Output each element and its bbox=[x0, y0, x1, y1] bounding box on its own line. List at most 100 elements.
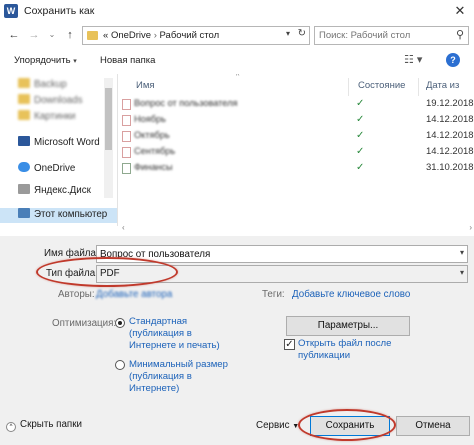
up-arrow-icon[interactable]: ↑ bbox=[62, 27, 78, 43]
filetype-label: Тип файла: bbox=[46, 268, 98, 279]
nav-item-label: Backup bbox=[34, 79, 67, 90]
help-icon[interactable]: ? bbox=[446, 53, 460, 67]
address-bar[interactable]: « OneDrive › Рабочий стол ▾ ↻ bbox=[82, 26, 310, 45]
options-button[interactable]: Параметры... bbox=[286, 316, 410, 336]
nav-item-folder[interactable]: Downloads bbox=[18, 94, 82, 108]
file-date: 14.12.2018 bbox=[426, 130, 474, 141]
filename-dropdown-icon[interactable]: ▾ bbox=[460, 248, 464, 257]
close-icon[interactable]: ✕ bbox=[450, 1, 470, 21]
refresh-icon[interactable]: ↻ bbox=[298, 28, 306, 39]
file-name: Вопрос от пользователя bbox=[134, 98, 238, 108]
scroll-left-icon[interactable]: ‹ bbox=[122, 223, 125, 232]
document-icon bbox=[122, 115, 131, 126]
synced-check-icon: ✓ bbox=[356, 130, 365, 141]
file-row[interactable]: Вопрос от пользователя ✓ 19.12.2018 bbox=[120, 98, 474, 111]
authors-field[interactable]: Добавьте автора bbox=[96, 289, 172, 300]
open-after-label[interactable]: Открыть файл после публикации bbox=[298, 338, 408, 362]
optimize-standard-radio[interactable] bbox=[115, 318, 125, 328]
file-row[interactable]: Октябрь ✓ 14.12.2018 bbox=[120, 130, 474, 143]
breadcrumb[interactable]: « OneDrive › Рабочий стол bbox=[103, 30, 219, 41]
document-icon bbox=[122, 147, 131, 158]
nav-item-label: Этот компьютер bbox=[34, 209, 108, 220]
nav-item-word[interactable]: Microsoft Word bbox=[18, 136, 100, 150]
new-folder-button[interactable]: Новая папка bbox=[100, 55, 155, 66]
scroll-right-icon[interactable]: › bbox=[469, 223, 472, 232]
folder-icon bbox=[18, 110, 30, 120]
back-arrow-icon[interactable]: ← bbox=[6, 27, 22, 43]
breadcrumb-onedrive[interactable]: OneDrive bbox=[111, 30, 151, 41]
search-input[interactable] bbox=[319, 29, 447, 42]
window-title: Сохранить как bbox=[24, 5, 95, 17]
file-name: Ноябрь bbox=[134, 114, 166, 124]
nav-item-label: Картинки bbox=[34, 111, 76, 122]
cancel-button[interactable]: Отмена bbox=[396, 416, 470, 436]
word-icon bbox=[18, 136, 30, 146]
nav-item-onedrive[interactable]: OneDrive bbox=[18, 162, 75, 176]
breadcrumb-overflow[interactable]: « bbox=[103, 30, 108, 41]
file-name: Октябрь bbox=[134, 130, 170, 140]
file-list: Имя ^ Состояние Дата из Вопрос от пользо… bbox=[120, 74, 474, 226]
nav-item-folder[interactable]: Backup bbox=[18, 78, 67, 92]
nav-item-folder[interactable]: Картинки bbox=[18, 110, 76, 124]
word-app-icon: W bbox=[4, 4, 18, 18]
nav-item-label: Downloads bbox=[34, 95, 83, 106]
hide-folders-label: Скрыть папки bbox=[20, 419, 82, 430]
tags-field[interactable]: Добавьте ключевое слово bbox=[292, 289, 410, 300]
nav-scrollbar-thumb[interactable] bbox=[105, 88, 112, 150]
optimize-minimal-label[interactable]: Минимальный размер (публикация в Интерне… bbox=[129, 359, 229, 395]
tags-label: Теги: bbox=[262, 289, 285, 300]
nav-item-this-pc[interactable]: Этот компьютер bbox=[0, 208, 117, 223]
file-row[interactable]: Сентябрь ✓ 14.12.2018 bbox=[120, 146, 474, 159]
column-divider[interactable] bbox=[348, 78, 349, 96]
save-button[interactable]: Сохранить bbox=[310, 416, 390, 436]
breadcrumb-desktop[interactable]: Рабочий стол bbox=[160, 30, 220, 41]
filename-input[interactable] bbox=[100, 248, 440, 261]
organize-button[interactable]: Упорядочить ▾ bbox=[14, 55, 77, 66]
toolbar: Упорядочить ▾ Новая папка ☷ ▾ ? bbox=[0, 50, 474, 72]
horizontal-scrollbar[interactable]: ‹ › bbox=[120, 223, 474, 234]
synced-check-icon: ✓ bbox=[356, 162, 365, 173]
document-icon bbox=[122, 131, 131, 142]
address-dropdown-icon[interactable]: ▾ bbox=[286, 29, 290, 38]
open-after-checkbox[interactable]: ✓ bbox=[284, 339, 295, 350]
column-header-status[interactable]: Состояние bbox=[358, 80, 405, 96]
search-icon[interactable]: ⚲ bbox=[456, 28, 464, 41]
folder-icon bbox=[18, 78, 30, 88]
filetype-select[interactable]: PDF ▾ bbox=[96, 265, 468, 283]
sort-caret-icon: ^ bbox=[236, 74, 240, 80]
synced-check-icon: ✓ bbox=[356, 114, 365, 125]
synced-check-icon: ✓ bbox=[356, 98, 365, 109]
optimize-minimal-radio[interactable] bbox=[115, 360, 125, 370]
nav-item-yandex-disk[interactable]: Яндекс.Диск bbox=[18, 184, 91, 198]
file-date: 19.12.2018 bbox=[426, 98, 474, 109]
nav-item-label: Яндекс.Диск bbox=[34, 185, 91, 196]
nav-scrollbar[interactable] bbox=[104, 78, 113, 198]
computer-icon bbox=[18, 208, 30, 218]
title-bar: W Сохранить как ✕ bbox=[0, 0, 474, 22]
column-header-date[interactable]: Дата из bbox=[426, 80, 459, 96]
column-divider[interactable] bbox=[418, 78, 419, 96]
tools-button[interactable]: Сервис ▼ bbox=[256, 420, 299, 431]
folder-icon bbox=[18, 94, 30, 104]
file-row[interactable]: Финансы ✓ 31.10.2018 bbox=[120, 162, 474, 175]
nav-item-label: Microsoft Word bbox=[34, 137, 100, 148]
search-box[interactable]: ⚲ bbox=[314, 26, 469, 45]
organize-label: Упорядочить bbox=[14, 55, 71, 66]
file-date: 14.12.2018 bbox=[426, 146, 474, 157]
column-header-name[interactable]: Имя bbox=[136, 80, 155, 96]
file-row[interactable]: Ноябрь ✓ 14.12.2018 bbox=[120, 114, 474, 127]
filetype-value: PDF bbox=[100, 268, 120, 279]
file-date: 14.12.2018 bbox=[426, 114, 474, 125]
filename-field[interactable]: ▾ bbox=[96, 245, 468, 263]
tools-label: Сервис bbox=[256, 420, 290, 431]
forward-arrow-icon[interactable]: → bbox=[26, 27, 42, 43]
optimize-standard-label[interactable]: Стандартная (публикация в Интернете и пе… bbox=[129, 316, 229, 352]
spreadsheet-icon bbox=[122, 163, 131, 174]
file-date: 31.10.2018 bbox=[426, 162, 474, 173]
hide-folders-button[interactable]: ^ Скрыть папки bbox=[6, 419, 82, 432]
view-options-icon[interactable]: ☷ ▾ bbox=[404, 53, 422, 66]
recent-chevron-icon[interactable]: ⌄ bbox=[44, 27, 60, 43]
filetype-dropdown-icon[interactable]: ▾ bbox=[460, 268, 464, 277]
file-name: Сентябрь bbox=[134, 146, 176, 156]
document-icon bbox=[122, 99, 131, 110]
